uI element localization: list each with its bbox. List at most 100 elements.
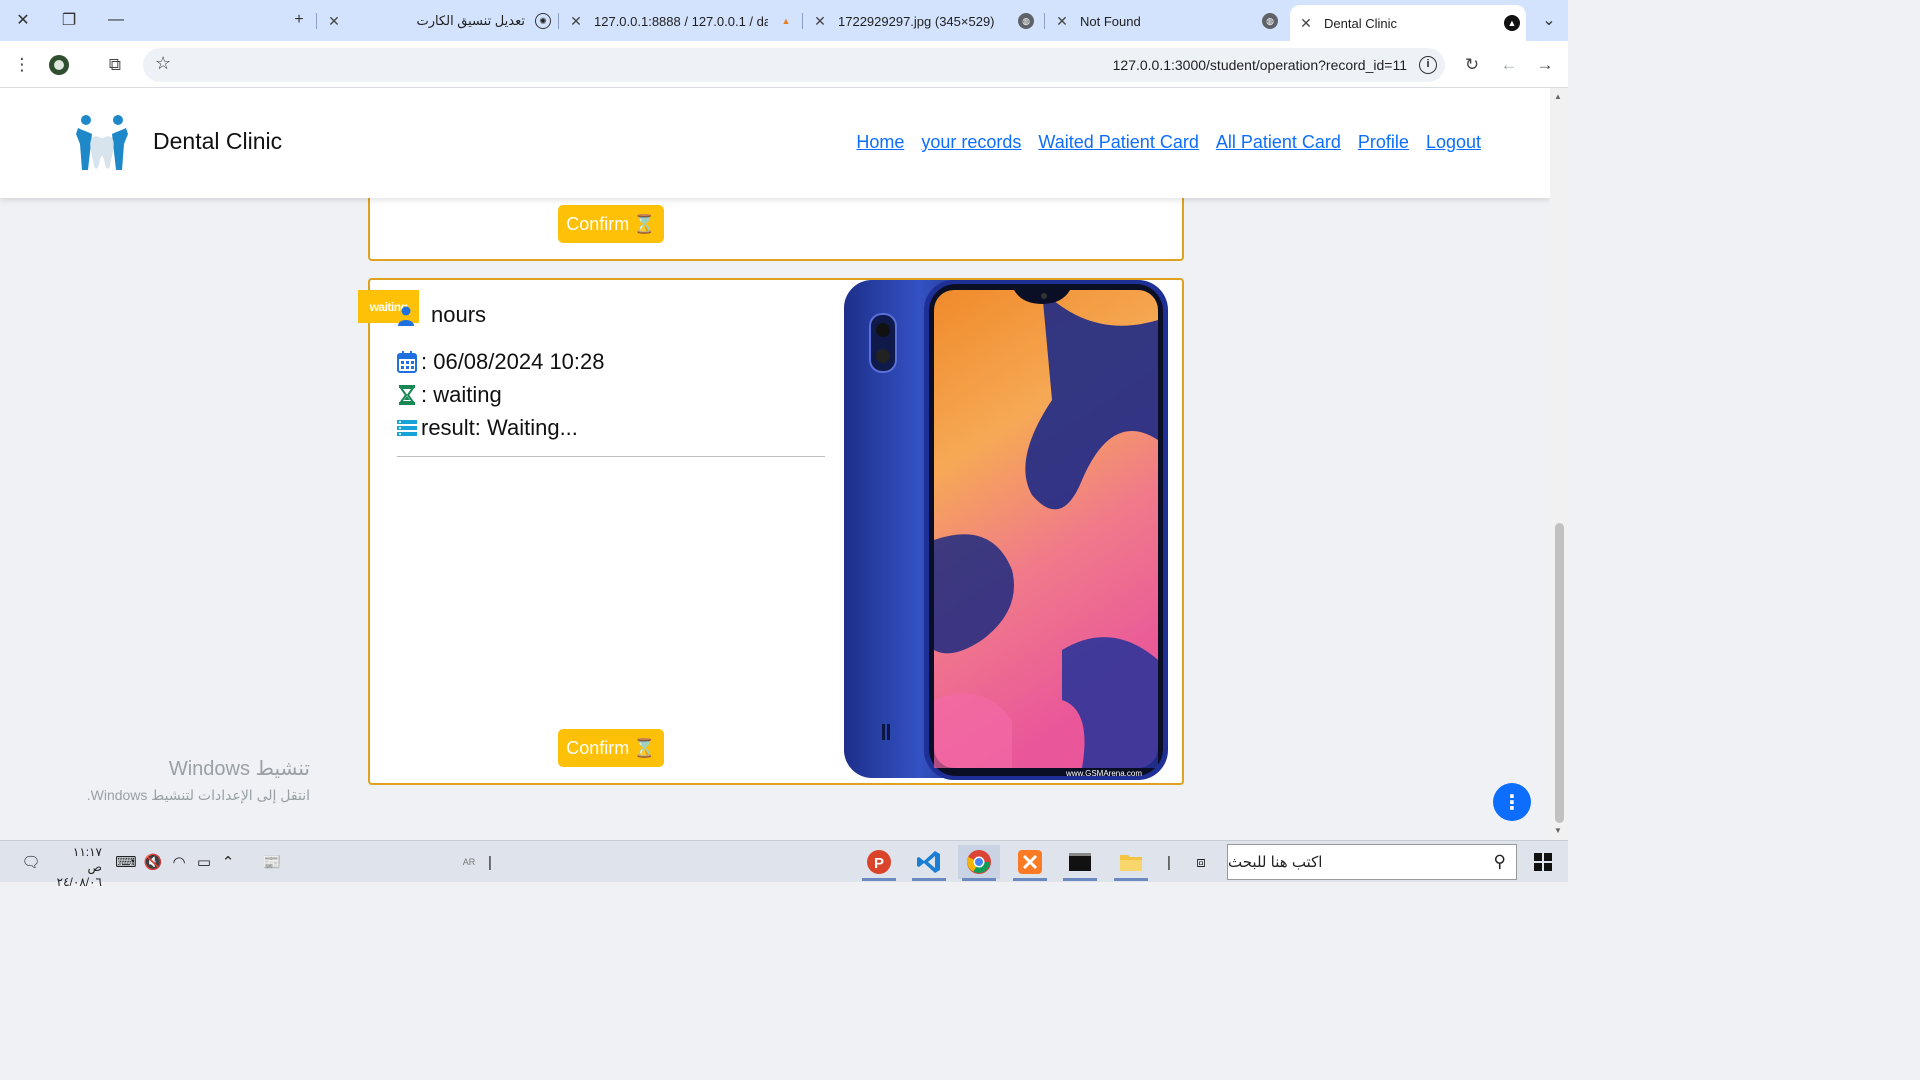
brand-name[interactable]: Dental Clinic	[153, 128, 282, 155]
nav-link-home[interactable]: Home	[856, 132, 904, 153]
browser-toolbar: ⋮ ⧉ ☆ 127.0.0.1:3000/student/operation?r…	[0, 41, 1568, 88]
nav-link-logout[interactable]: Logout	[1426, 132, 1481, 153]
minimize-window-button[interactable]: —	[102, 8, 130, 32]
tab-close-icon[interactable]: ✕	[568, 13, 584, 30]
taskbar-app-terminal[interactable]	[1059, 845, 1101, 881]
tab-close-icon[interactable]: ✕	[1298, 15, 1314, 32]
tab-dental-clinic[interactable]: ✕ Dental Clinic ▲	[1290, 5, 1526, 41]
taskbar-app-chrome[interactable]	[958, 845, 1000, 881]
tab-image[interactable]: ✕ 1722929297.jpg (345×529) ◍	[812, 6, 1034, 36]
profile-avatar-icon[interactable]	[46, 52, 72, 78]
tab-separator	[802, 13, 803, 29]
network-icon[interactable]: ◠	[168, 847, 190, 877]
tab-edit-card[interactable]: ✕ تعديل تنسيق الكارت ✺	[326, 6, 551, 36]
hourglass-icon: ⌛	[633, 737, 656, 758]
globe-icon: ◍	[1018, 13, 1034, 29]
forward-arrow-icon[interactable]: →	[1532, 52, 1558, 78]
tooth-logo-icon[interactable]	[74, 114, 130, 172]
app-running-indicator	[862, 878, 896, 881]
bookmark-star-icon[interactable]: ☆	[155, 53, 171, 74]
scroll-up-icon[interactable]: ▲	[1554, 92, 1562, 101]
reload-icon[interactable]: ↻	[1459, 52, 1485, 78]
windows-activation-watermark: تنشيط Windows انتقل إلى الإعدادات لتنشيط…	[60, 756, 310, 804]
notifications-icon[interactable]: 🗨	[16, 847, 46, 877]
windows-taskbar: 🗨 ١١:١٧ ص ٢٤/٠٨/٠٦ ⌨ 🔇 ◠ ▭ ⌃ 📰 AR | P | …	[0, 840, 1568, 889]
system-clock[interactable]: ١١:١٧ ص ٢٤/٠٨/٠٦	[56, 845, 102, 890]
tab-close-icon[interactable]: ✕	[812, 13, 828, 30]
battery-icon[interactable]: ▭	[193, 847, 215, 877]
taskbar-app-vscode[interactable]	[908, 845, 950, 881]
restore-window-button[interactable]: ❐	[55, 8, 83, 32]
image-credit: www.GSMArena.com	[1065, 769, 1142, 778]
chrome-icon	[967, 850, 991, 874]
postman-icon: P	[867, 850, 891, 874]
taskbar-app-file-explorer[interactable]	[1110, 845, 1152, 881]
svg-text:P: P	[874, 855, 884, 872]
windows-start-icon[interactable]	[1530, 847, 1556, 877]
hourglass-icon: ⌛	[633, 213, 656, 234]
app-running-indicator	[1013, 878, 1047, 881]
tab-separator	[558, 13, 559, 29]
nav-link-waited-patient-card[interactable]: Waited Patient Card	[1038, 132, 1198, 153]
app-running-indicator	[1114, 878, 1148, 881]
server-list-icon	[397, 420, 417, 436]
taskbar-search-input[interactable]: اكتب هنا للبحث ⚲	[1227, 844, 1517, 880]
appointment-status: : waiting	[421, 382, 502, 407]
scroll-down-icon[interactable]: ▼	[1554, 826, 1562, 835]
confirm-button[interactable]: Confirm ⌛	[558, 205, 664, 243]
app-icon: ▲	[1504, 15, 1520, 31]
volume-muted-icon[interactable]: 🔇	[143, 847, 163, 877]
date-row: : 06/08/2024 10:28	[397, 349, 605, 375]
site-navbar: Dental Clinic Home your records Waited P…	[0, 88, 1550, 198]
taskbar-divider: |	[488, 853, 492, 871]
taskbar-app-postman[interactable]: P	[858, 845, 900, 881]
new-tab-button[interactable]: +	[285, 8, 313, 32]
confirm-button[interactable]: Confirm ⌛	[558, 729, 664, 767]
terminal-icon	[1069, 853, 1091, 871]
card-divider	[397, 456, 825, 457]
tab-title: Dental Clinic	[1324, 15, 1397, 31]
clock-time: ١١:١٧ ص	[72, 845, 102, 874]
taskbar-app-xampp[interactable]	[1009, 845, 1051, 881]
nav-link-your-records[interactable]: your records	[921, 132, 1021, 153]
clock-date: ٢٤/٠٨/٠٦	[56, 875, 102, 889]
tab-title: 127.0.0.1:8888 / 127.0.0.1 / dan	[594, 13, 768, 29]
main-nav: Home your records Waited Patient Card Al…	[856, 132, 1481, 153]
keyboard-icon[interactable]: ⌨	[113, 847, 139, 877]
result-row: result: Waiting...	[397, 415, 578, 441]
tab-close-icon[interactable]: ✕	[326, 13, 342, 30]
phpmyadmin-icon: ▲	[781, 16, 791, 26]
menu-kebab-icon[interactable]: ⋮	[9, 52, 35, 78]
confirm-label: Confirm	[566, 737, 630, 758]
tab-close-icon[interactable]: ✕	[1054, 13, 1070, 30]
calendar-icon	[397, 351, 417, 373]
tab-separator	[1044, 13, 1045, 29]
hourglass-icon	[399, 385, 415, 405]
tab-not-found[interactable]: ✕ Not Found ◍	[1054, 6, 1278, 36]
openai-icon: ✺	[535, 13, 551, 29]
news-widget-icon[interactable]: 📰	[258, 847, 286, 877]
extensions-icon[interactable]: ⧉	[102, 52, 128, 78]
site-info-icon[interactable]: i	[1419, 56, 1437, 74]
search-placeholder: اكتب هنا للبحث	[1228, 854, 1323, 871]
url-text[interactable]: 127.0.0.1:3000/student/operation?record_…	[1113, 57, 1407, 73]
page-scrollbar[interactable]: ▲ ▼	[1550, 88, 1568, 840]
tab-phpmyadmin[interactable]: ✕ 127.0.0.1:8888 / 127.0.0.1 / dan ▲	[568, 6, 794, 36]
tab-search-button[interactable]: ⌄	[1535, 8, 1563, 32]
input-language-indicator[interactable]: AR	[458, 847, 480, 877]
task-view-icon[interactable]: ⧈	[1188, 847, 1214, 877]
back-arrow-icon[interactable]: ←	[1496, 52, 1522, 78]
appointment-result: result: Waiting...	[421, 415, 578, 440]
nav-link-all-patient-card[interactable]: All Patient Card	[1216, 132, 1341, 153]
address-bar[interactable]: ☆ 127.0.0.1:3000/student/operation?recor…	[143, 48, 1445, 82]
taskbar-divider: |	[1167, 853, 1171, 871]
search-icon: ⚲	[1493, 852, 1506, 871]
show-hidden-icons-chevron-icon[interactable]: ⌃	[218, 847, 238, 877]
watermark-subtitle: انتقل إلى الإعدادات لتنشيط Windows.	[86, 787, 310, 803]
scrollbar-thumb[interactable]	[1555, 523, 1564, 823]
options-fab-button[interactable]: ⋮	[1493, 783, 1531, 821]
nav-link-profile[interactable]: Profile	[1358, 132, 1409, 153]
watermark-title: تنشيط Windows	[168, 758, 310, 780]
tab-title: تعديل تنسيق الكارت	[416, 13, 525, 28]
close-window-button[interactable]: ✕	[9, 8, 37, 32]
